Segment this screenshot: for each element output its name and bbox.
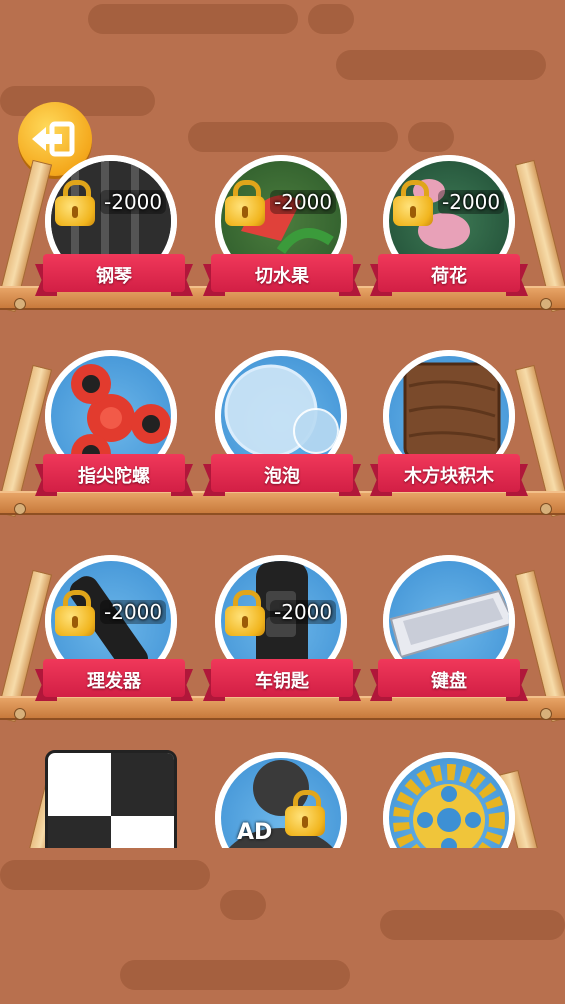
item-ad-locked[interactable]: AD <box>215 752 347 848</box>
shelf-1: -2000 钢琴 -2000 切水果 -2000 荷花 <box>0 100 565 313</box>
lock-icon <box>55 590 95 636</box>
bg-brick <box>120 960 350 990</box>
lock-icon <box>225 590 265 636</box>
item-image <box>45 750 177 848</box>
bg-brick <box>380 910 565 940</box>
lock-icon <box>225 180 265 226</box>
item-label: 木方块积木 <box>404 466 494 487</box>
item-label: 泡泡 <box>264 466 300 487</box>
bg-brick <box>308 4 354 34</box>
shelf-3: -2000 理发器 -2000 车钥匙 键盘 <box>0 510 565 723</box>
item-ribbon: 指尖陀螺 <box>35 450 193 498</box>
ad-badge: AD <box>237 820 273 845</box>
item-price: -2000 <box>438 190 505 214</box>
item-label: 键盘 <box>431 671 467 692</box>
item-price: -2000 <box>100 190 167 214</box>
shelf-2: 指尖陀螺 泡泡 木方块积木 <box>0 305 565 518</box>
item-label: 切水果 <box>255 266 309 287</box>
item-label: 指尖陀螺 <box>78 466 150 487</box>
shelf-bolt <box>14 708 26 720</box>
bg-brick <box>0 860 210 890</box>
item-image <box>389 758 509 848</box>
item-price: -2000 <box>100 600 167 624</box>
shelf-bolt <box>540 708 552 720</box>
item-ribbon: 理发器 <box>35 655 193 703</box>
lock-icon <box>393 180 433 226</box>
item-ribbon: 钢琴 <box>35 250 193 298</box>
shelf-4: AD <box>0 730 565 848</box>
item-ribbon: 木方块积木 <box>370 450 528 498</box>
item-label: 车钥匙 <box>255 671 309 692</box>
lock-icon <box>55 180 95 226</box>
item-price: -2000 <box>270 190 337 214</box>
bg-brick <box>336 50 546 80</box>
item-piano-tiles[interactable] <box>45 750 177 848</box>
item-ribbon: 键盘 <box>370 655 528 703</box>
item-ribbon: 荷花 <box>370 250 528 298</box>
item-label: 理发器 <box>87 671 141 692</box>
item-label: 钢琴 <box>96 266 132 287</box>
bg-brick <box>220 890 266 920</box>
item-ribbon: 泡泡 <box>203 450 361 498</box>
item-price: -2000 <box>270 600 337 624</box>
item-ribbon: 车钥匙 <box>203 655 361 703</box>
item-label: 荷花 <box>431 266 467 287</box>
lock-icon <box>285 790 325 836</box>
item-ribbon: 切水果 <box>203 250 361 298</box>
item-gear[interactable] <box>383 752 515 848</box>
bg-brick <box>88 4 298 34</box>
